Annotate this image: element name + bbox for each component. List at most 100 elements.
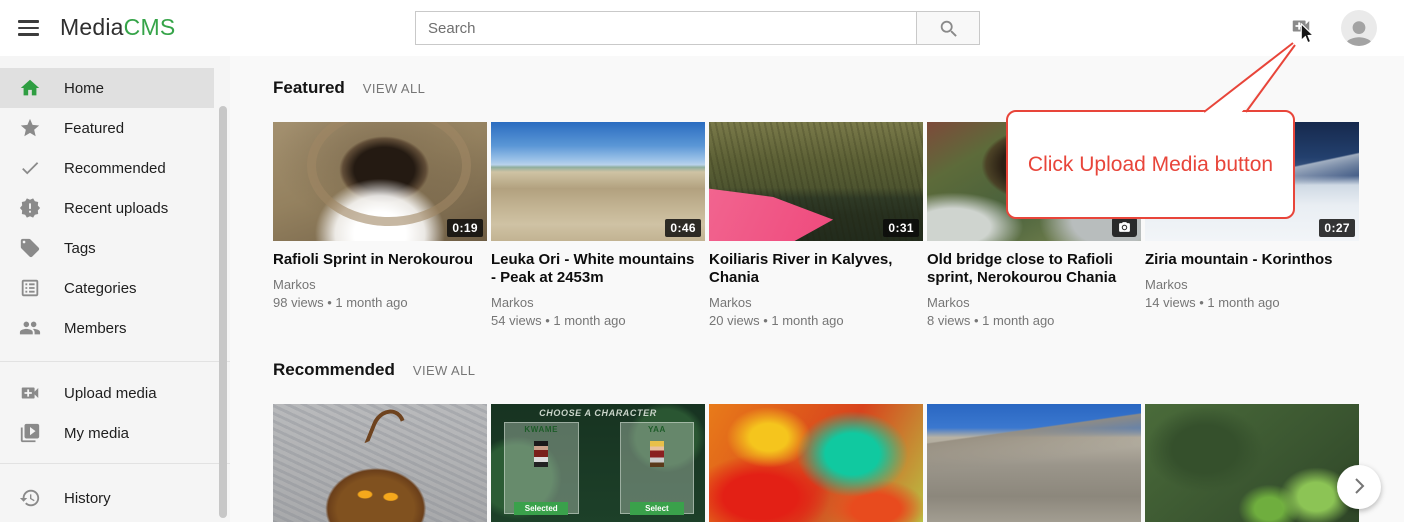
sidebar-item-tags[interactable]: Tags: [0, 228, 214, 268]
sidebar-item-label: History: [64, 490, 111, 507]
game-screen-overlay: CHOOSE A CHARACTER KWAME Selected YAA Se…: [491, 404, 705, 522]
media-card[interactable]: [709, 404, 923, 522]
search-bar: [415, 11, 980, 45]
duration-badge: 0:27: [1319, 219, 1355, 237]
media-thumbnail-game-select[interactable]: CHOOSE A CHARACTER KWAME Selected YAA Se…: [491, 404, 705, 522]
magnifier-icon: [938, 18, 958, 38]
search-button[interactable]: [916, 11, 980, 45]
pixel-character: [534, 441, 548, 467]
sidebar-item-history[interactable]: History: [0, 478, 214, 518]
camera-badge: [1112, 217, 1137, 237]
media-meta: 98 views • 1 month ago: [273, 294, 487, 312]
sidebar-item-categories[interactable]: Categories: [0, 268, 214, 308]
media-thumbnail-waterfall-arch[interactable]: 0:19: [273, 122, 487, 241]
sidebar-item-members[interactable]: Members: [0, 308, 214, 348]
sidebar-item-home[interactable]: Home: [0, 68, 214, 108]
upload-media-icon: [1290, 15, 1316, 41]
annotation-callout: Click Upload Media button: [1006, 110, 1295, 219]
media-meta: 8 views • 1 month ago: [927, 312, 1141, 330]
media-author[interactable]: Markos: [927, 294, 1141, 312]
sidebar-item-recommended[interactable]: Recommended: [0, 148, 214, 188]
history-icon: [19, 487, 41, 509]
top-bar: MediaCMS: [0, 0, 1404, 56]
sidebar-item-label: My media: [64, 425, 129, 442]
media-author[interactable]: Markos: [491, 294, 705, 312]
sidebar-item-label: Tags: [64, 240, 96, 257]
sidebar-item-label: Recent uploads: [64, 200, 168, 217]
camera-icon: [1118, 221, 1131, 234]
duration-badge: 0:46: [665, 219, 701, 237]
media-title[interactable]: Rafioli Sprint in Nerokourou: [273, 251, 487, 269]
duration-badge: 0:19: [447, 219, 483, 237]
media-thumbnail-white-mountains[interactable]: 0:46: [491, 122, 705, 241]
media-author[interactable]: Markos: [1145, 276, 1359, 294]
chevron-right-icon: [1347, 474, 1371, 501]
person-icon: [1343, 18, 1375, 46]
sidebar-item-upload-media[interactable]: Upload media: [0, 373, 214, 413]
app-logo[interactable]: MediaCMS: [60, 14, 175, 41]
media-title[interactable]: Ziria mountain - Korinthos: [1145, 251, 1359, 269]
media-thumbnail-abstract-colors[interactable]: [709, 404, 923, 522]
pixel-character: [650, 441, 664, 467]
sidebar-item-label: Upload media: [64, 385, 157, 402]
media-card[interactable]: 0:31 Koiliaris River in Kalyves, Chania …: [709, 122, 923, 330]
annotation-text: Click Upload Media button: [1028, 153, 1273, 177]
media-card[interactable]: [1145, 404, 1359, 522]
media-thumbnail-rocky-mountain[interactable]: [927, 404, 1141, 522]
new-releases-icon: [19, 197, 41, 219]
recommended-cards-row: CHOOSE A CHARACTER KWAME Selected YAA Se…: [273, 404, 1404, 522]
media-card[interactable]: CHOOSE A CHARACTER KWAME Selected YAA Se…: [491, 404, 705, 522]
media-title[interactable]: Leuka Ori - White mountains - Peak at 24…: [491, 251, 705, 287]
view-all-featured-link[interactable]: VIEW ALL: [363, 81, 425, 96]
sidebar-scrollbar[interactable]: [219, 106, 227, 518]
carousel-next-button[interactable]: [1337, 465, 1381, 509]
media-author[interactable]: Markos: [273, 276, 487, 294]
sidebar-item-featured[interactable]: Featured: [0, 108, 214, 148]
media-thumbnail-pumpkin-craft[interactable]: [273, 404, 487, 522]
game-selected-button: Selected: [514, 502, 568, 515]
recommended-section: Recommended VIEW ALL: [273, 360, 1404, 522]
my-media-icon: [19, 422, 41, 444]
media-card[interactable]: 0:46 Leuka Ori - White mountains - Peak …: [491, 122, 705, 330]
sidebar-item-recent-uploads[interactable]: Recent uploads: [0, 188, 214, 228]
sidebar-item-label: Featured: [64, 120, 124, 137]
media-title[interactable]: Old bridge close to Rafioli sprint, Nero…: [927, 251, 1141, 287]
media-thumbnail-green-leaves[interactable]: [1145, 404, 1359, 522]
duration-badge: 0:31: [883, 219, 919, 237]
sidebar-item-label: Members: [64, 320, 127, 337]
sidebar-item-label: Home: [64, 80, 104, 97]
user-avatar-button[interactable]: [1341, 10, 1377, 46]
media-thumbnail-river-kayak[interactable]: 0:31: [709, 122, 923, 241]
sidebar-item-my-media[interactable]: My media: [0, 413, 214, 453]
game-title: CHOOSE A CHARACTER: [491, 408, 705, 418]
hamburger-menu-button[interactable]: [8, 8, 48, 48]
media-meta: 20 views • 1 month ago: [709, 312, 923, 330]
categories-icon: [19, 277, 41, 299]
logo-media: Media: [60, 14, 124, 40]
sidebar-item-label: Categories: [64, 280, 137, 297]
media-card[interactable]: [927, 404, 1141, 522]
check-icon: [19, 157, 41, 179]
game-character-panel-right: YAA Select: [620, 422, 695, 514]
section-title-recommended: Recommended: [273, 360, 395, 380]
game-select-button: Select: [630, 502, 684, 515]
game-character-panel-left: KWAME Selected: [504, 422, 579, 514]
sidebar-item-label: Recommended: [64, 160, 166, 177]
upload-media-icon: [19, 382, 41, 404]
logo-cms: CMS: [124, 14, 176, 40]
section-title-featured: Featured: [273, 78, 345, 98]
media-meta: 14 views • 1 month ago: [1145, 294, 1359, 312]
sidebar: Home Featured Recommended Recent uploads…: [0, 56, 230, 522]
upload-media-button[interactable]: [1283, 8, 1323, 48]
media-card[interactable]: 0:19 Rafioli Sprint in Nerokourou Markos…: [273, 122, 487, 330]
home-icon: [19, 77, 41, 99]
view-all-recommended-link[interactable]: VIEW ALL: [413, 363, 475, 378]
star-icon: [19, 117, 41, 139]
media-author[interactable]: Markos: [709, 294, 923, 312]
search-input[interactable]: [415, 11, 916, 45]
hamburger-icon: [18, 20, 39, 23]
members-icon: [19, 317, 41, 339]
media-card[interactable]: [273, 404, 487, 522]
media-meta: 54 views • 1 month ago: [491, 312, 705, 330]
media-title[interactable]: Koiliaris River in Kalyves, Chania: [709, 251, 923, 287]
